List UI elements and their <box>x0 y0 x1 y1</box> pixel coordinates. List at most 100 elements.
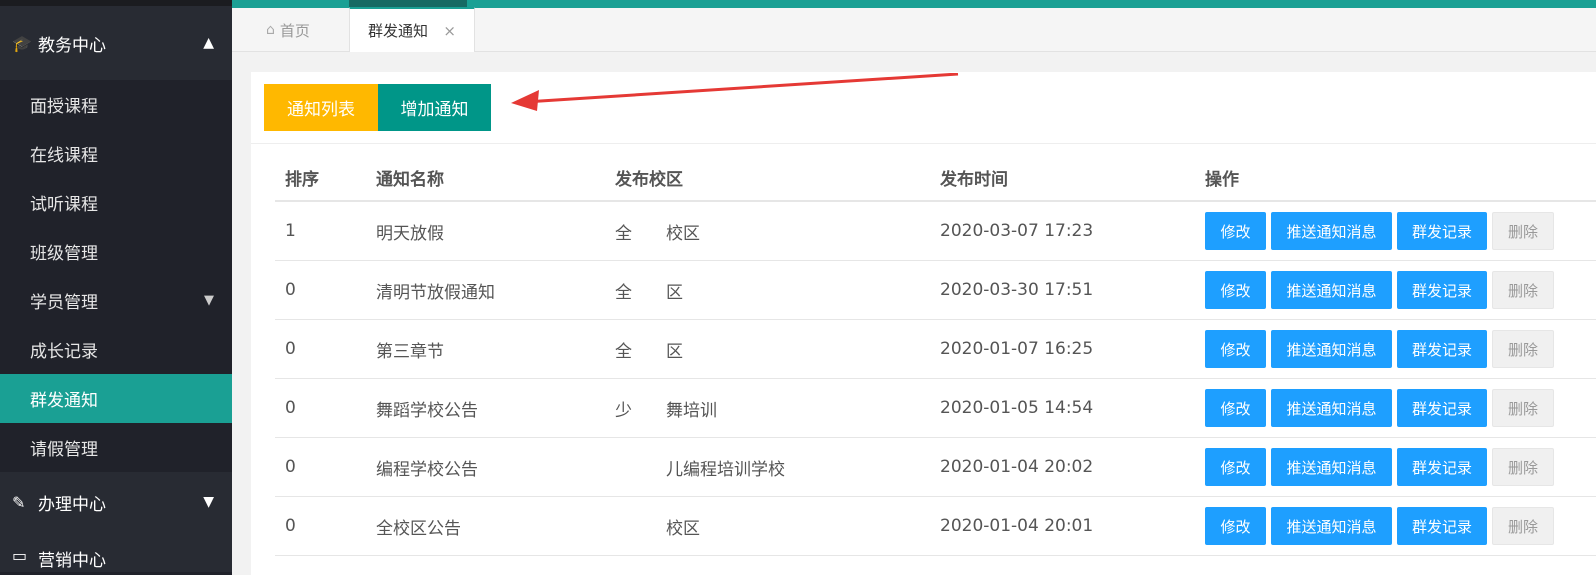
cell-name: 明天放假 <box>376 223 444 244</box>
cell-campus: 少 舞培训 <box>615 400 717 421</box>
delete-button[interactable]: 删除 <box>1492 271 1554 309</box>
edit-button[interactable]: 修改 <box>1205 507 1266 545</box>
header-name: 通知名称 <box>376 169 444 190</box>
push-notice-button[interactable]: 推送通知消息 <box>1271 212 1392 250</box>
header-time: 发布时间 <box>940 169 1008 190</box>
cell-order: 0 <box>285 280 296 300</box>
caret-down-icon: ▼ <box>203 494 214 510</box>
cell-order: 0 <box>285 516 296 536</box>
sidebar-section-academic[interactable]: 🎓 教务中心 ▲ <box>0 0 232 80</box>
add-notice-button[interactable]: 增加通知 <box>378 84 491 131</box>
sidebar-item-label: 试听课程 <box>30 195 98 215</box>
home-icon: ⌂ <box>266 22 275 38</box>
tab-bar: ⌂ 首页 群发通知 × <box>232 7 1596 52</box>
cell-actions: 修改 推送通知消息 群发记录 删除 <box>1205 320 1554 378</box>
cell-name: 编程学校公告 <box>376 459 478 480</box>
delete-button[interactable]: 删除 <box>1492 507 1554 545</box>
cell-actions: 修改 推送通知消息 群发记录 删除 <box>1205 497 1554 555</box>
header-order: 排序 <box>285 169 319 190</box>
push-notice-button[interactable]: 推送通知消息 <box>1271 389 1392 427</box>
send-log-button[interactable]: 群发记录 <box>1397 330 1487 368</box>
sidebar-item-label: 在线课程 <box>30 146 98 166</box>
sidebar-item-student-management[interactable]: 学员管理 ▼ <box>0 276 232 325</box>
header-actions: 操作 <box>1205 169 1239 190</box>
send-log-button[interactable]: 群发记录 <box>1397 389 1487 427</box>
sidebar-item-group-notice[interactable]: 群发通知 <box>0 374 232 423</box>
content-card: 通知列表 增加通知 排序 通知名称 发布校区 发布时间 操作 1 明天放假 全 … <box>251 72 1596 575</box>
table-row: 0 舞蹈学校公告 少 舞培训 2020-01-05 14:54 修改 推送通知消… <box>275 379 1596 438</box>
sidebar-section-service[interactable]: ✎ 办理中心 ▼ <box>0 472 232 532</box>
table-row: 1 明天放假 全 校区 2020-03-07 17:23 修改 推送通知消息 群… <box>275 202 1596 261</box>
send-log-button[interactable]: 群发记录 <box>1397 448 1487 486</box>
edit-button[interactable]: 修改 <box>1205 212 1266 250</box>
send-log-button[interactable]: 群发记录 <box>1397 507 1487 545</box>
sidebar-item-online-courses[interactable]: 在线课程 <box>0 129 232 178</box>
cell-time: 2020-03-30 17:51 <box>940 280 1094 300</box>
edit-icon: ✎ <box>12 492 26 512</box>
cell-name: 清明节放假通知 <box>376 282 495 303</box>
table-row: 0 编程学校公告 儿编程培训学校 2020-01-04 20:02 修改 推送通… <box>275 438 1596 497</box>
cell-order: 0 <box>285 398 296 418</box>
sidebar-section-label: 办理中心 <box>38 494 106 515</box>
sidebar-section-marketing[interactable]: ▭ 营销中心 <box>0 532 232 572</box>
cell-time: 2020-01-04 20:01 <box>940 516 1094 536</box>
table-row: 0 清明节放假通知 全 区 2020-03-30 17:51 修改 推送通知消息… <box>275 261 1596 320</box>
cell-name: 第三章节 <box>376 341 444 362</box>
sidebar-item-growth-records[interactable]: 成长记录 <box>0 325 232 374</box>
cell-actions: 修改 推送通知消息 群发记录 删除 <box>1205 202 1554 260</box>
cell-order: 0 <box>285 457 296 477</box>
sidebar: 🎓 教务中心 ▲ 面授课程 在线课程 试听课程 班级管理 学员管理 ▼ 成长记录 … <box>0 0 232 575</box>
edit-button[interactable]: 修改 <box>1205 448 1266 486</box>
cell-actions: 修改 推送通知消息 群发记录 删除 <box>1205 261 1554 319</box>
cell-time: 2020-01-07 16:25 <box>940 339 1094 359</box>
cell-campus: 全 区 <box>615 282 683 303</box>
card-toolbar: 通知列表 增加通知 <box>251 72 1596 144</box>
push-notice-button[interactable]: 推送通知消息 <box>1271 271 1392 309</box>
tab-group-notice[interactable]: 群发通知 × <box>349 7 475 52</box>
tab-label: 首页 <box>279 21 310 40</box>
notice-table: 排序 通知名称 发布校区 发布时间 操作 1 明天放假 全 校区 2020-03… <box>275 154 1596 556</box>
edit-button[interactable]: 修改 <box>1205 271 1266 309</box>
sidebar-item-label: 面授课程 <box>30 97 98 117</box>
sidebar-item-leave-management[interactable]: 请假管理 <box>0 423 232 472</box>
sidebar-item-label: 请假管理 <box>30 440 98 460</box>
push-notice-button[interactable]: 推送通知消息 <box>1271 507 1392 545</box>
cell-time: 2020-01-05 14:54 <box>940 398 1094 418</box>
sidebar-item-face-courses[interactable]: 面授课程 <box>0 80 232 129</box>
delete-button[interactable]: 删除 <box>1492 448 1554 486</box>
delete-button[interactable]: 删除 <box>1492 330 1554 368</box>
send-log-button[interactable]: 群发记录 <box>1397 271 1487 309</box>
cell-campus: 儿编程培训学校 <box>615 459 785 480</box>
cell-time: 2020-01-04 20:02 <box>940 457 1094 477</box>
sidebar-section-label: 营销中心 <box>38 551 106 571</box>
send-log-button[interactable]: 群发记录 <box>1397 212 1487 250</box>
cell-order: 1 <box>285 221 296 241</box>
box-icon: ▭ <box>12 546 28 565</box>
sidebar-item-label: 成长记录 <box>30 342 98 362</box>
sidebar-item-trial-courses[interactable]: 试听课程 <box>0 178 232 227</box>
table-row: 0 全校区公告 校区 2020-01-04 20:01 修改 推送通知消息 群发… <box>275 497 1596 556</box>
cell-name: 全校区公告 <box>376 518 461 539</box>
cell-actions: 修改 推送通知消息 群发记录 删除 <box>1205 438 1554 496</box>
table-header: 排序 通知名称 发布校区 发布时间 操作 <box>275 154 1596 202</box>
cell-campus: 全 区 <box>615 341 683 362</box>
edit-button[interactable]: 修改 <box>1205 389 1266 427</box>
cell-actions: 修改 推送通知消息 群发记录 删除 <box>1205 379 1554 437</box>
sidebar-item-class-management[interactable]: 班级管理 <box>0 227 232 276</box>
delete-button[interactable]: 删除 <box>1492 389 1554 427</box>
graduation-cap-icon: 🎓 <box>12 33 32 53</box>
cell-time: 2020-03-07 17:23 <box>940 221 1094 241</box>
table-row: 0 第三章节 全 区 2020-01-07 16:25 修改 推送通知消息 群发… <box>275 320 1596 379</box>
push-notice-button[interactable]: 推送通知消息 <box>1271 448 1392 486</box>
cell-campus: 校区 <box>615 518 700 539</box>
close-icon[interactable]: × <box>443 22 456 40</box>
header-campus: 发布校区 <box>615 169 683 190</box>
push-notice-button[interactable]: 推送通知消息 <box>1271 330 1392 368</box>
caret-up-icon: ▲ <box>203 35 214 51</box>
notice-list-button[interactable]: 通知列表 <box>264 84 378 131</box>
cell-name: 舞蹈学校公告 <box>376 400 478 421</box>
sidebar-item-label: 学员管理 <box>30 293 98 313</box>
edit-button[interactable]: 修改 <box>1205 330 1266 368</box>
delete-button[interactable]: 删除 <box>1492 212 1554 250</box>
tab-home[interactable]: ⌂ 首页 <box>266 8 310 52</box>
